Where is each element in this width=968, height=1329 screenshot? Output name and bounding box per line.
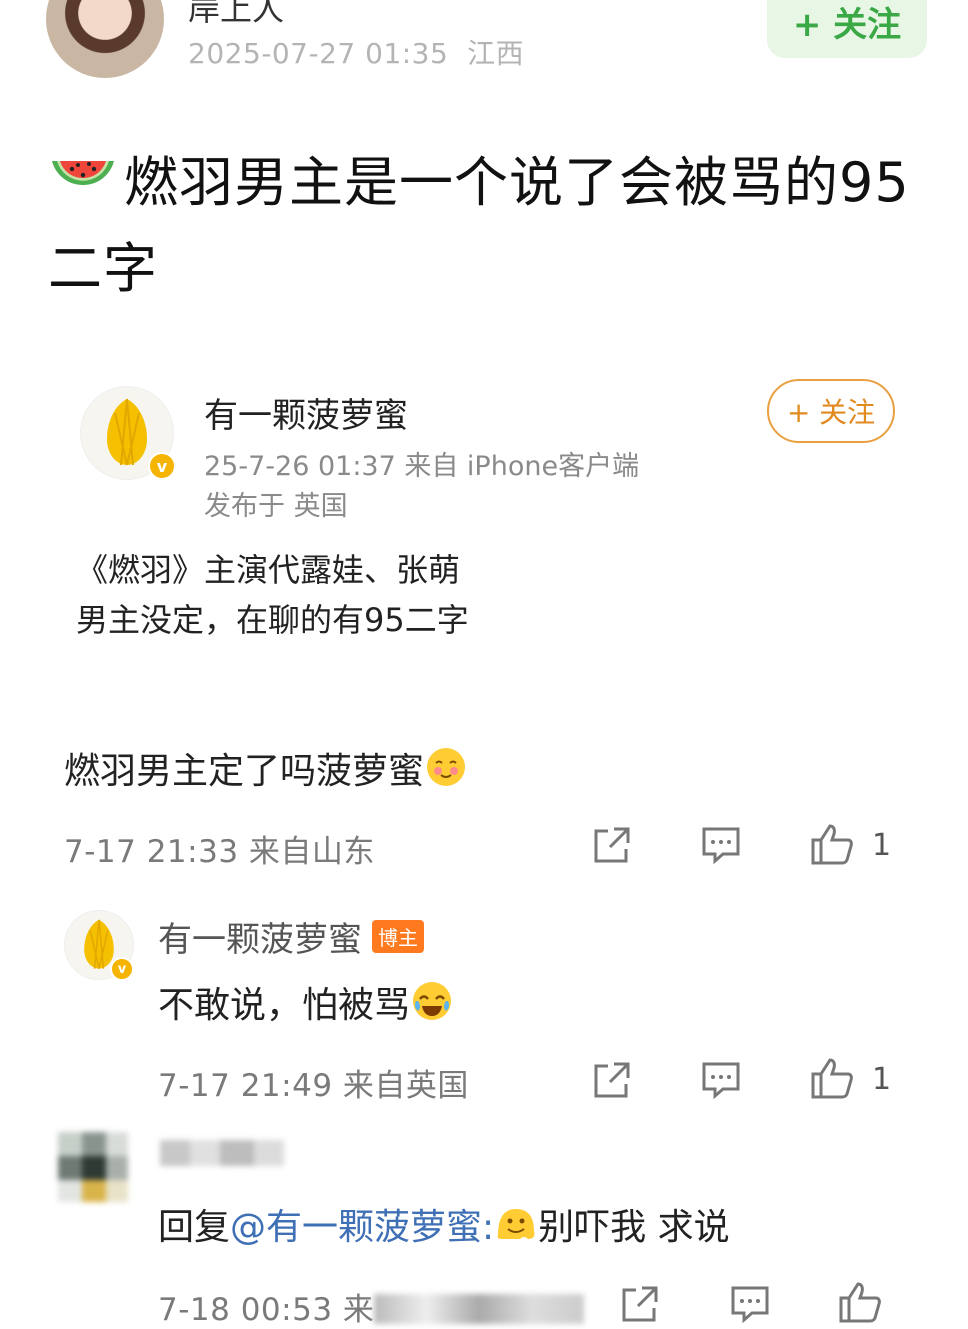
embedded-body: 《燃羽》主演代露娃、张萌 男主没定，在聊的有95二字	[76, 545, 469, 645]
comment-text: 燃羽男主定了吗菠萝蜜	[64, 742, 468, 794]
embedded-time-source: 25-7-26 01:37 来自 iPhone客户端	[204, 451, 640, 482]
nested-reply-meta: 7-18 00:53 来	[158, 1284, 585, 1329]
post-title: 燃羽男主是一个说了会被骂的95二字	[48, 140, 918, 312]
reply-meta: 7-17 21:49 来自英国	[158, 1068, 469, 1104]
tears-of-joy-emoji-icon	[413, 982, 452, 1020]
post-time: 2025-07-27 01:35	[188, 37, 449, 70]
nested-reply-text: 回复@有一颗菠萝蜜: 别吓我 求说	[158, 1198, 730, 1250]
nested-reply-meta-text: 7-18 00:53 来	[158, 1292, 375, 1328]
reply-body: 不敢说，怕被骂	[158, 985, 411, 1026]
reply-prefix: 回复	[158, 1207, 231, 1248]
blush-emoji-icon	[427, 748, 466, 786]
author-avatar[interactable]	[46, 0, 164, 78]
share-icon[interactable]	[620, 1284, 660, 1324]
nested-reply-body: 别吓我 求说	[538, 1207, 730, 1248]
follow-button[interactable]: + 关注	[767, 0, 927, 58]
share-icon[interactable]	[592, 825, 632, 865]
embedded-body-line: 男主没定，在聊的有95二字	[76, 601, 469, 639]
verified-badge-icon: v	[148, 452, 176, 480]
pixelated-name-icon	[160, 1140, 284, 1166]
reply-author[interactable]: 有一颗菠萝蜜 博主	[158, 912, 424, 961]
blurred-location	[374, 1294, 585, 1324]
embedded-body-line: 《燃羽》主演代露娃、张萌	[76, 551, 461, 589]
watermelon-emoji-icon	[52, 161, 114, 186]
like-count: 1	[872, 828, 892, 863]
thumbs-up-icon[interactable]	[838, 1280, 882, 1324]
reply-text: 不敢说，怕被骂	[158, 976, 454, 1028]
post-location: 江西	[467, 37, 525, 70]
comment-meta: 7-17 21:33 来自山东	[64, 834, 375, 870]
thumbs-up-icon[interactable]	[810, 1056, 854, 1100]
blurred-avatar[interactable]	[58, 1132, 128, 1202]
verified-badge-icon: v	[110, 957, 134, 981]
reply-author-name[interactable]: 有一颗菠萝蜜	[158, 920, 362, 960]
blogger-badge: 博主	[372, 920, 424, 953]
mention-link[interactable]: @有一颗菠萝蜜:	[230, 1207, 494, 1248]
blurred-username[interactable]	[160, 1136, 284, 1170]
melting-face-emoji-icon	[497, 1209, 535, 1239]
pixelated-avatar-icon	[58, 1132, 128, 1202]
thumbs-up-icon[interactable]	[810, 822, 854, 866]
comment-icon[interactable]	[701, 1060, 741, 1100]
comment-icon[interactable]	[730, 1284, 770, 1324]
post-title-text: 燃羽男主是一个说了会被骂的95二字	[48, 151, 910, 300]
share-icon[interactable]	[592, 1060, 632, 1100]
comment-icon[interactable]	[701, 825, 741, 865]
comment-body: 燃羽男主定了吗菠萝蜜	[64, 751, 425, 792]
post-timestamp: 2025-07-27 01:35 江西	[188, 32, 524, 72]
embedded-author-name[interactable]: 有一颗菠萝蜜	[204, 388, 408, 437]
embedded-location: 发布于 英国	[204, 491, 348, 522]
author-name[interactable]: 岸上人	[188, 0, 284, 30]
like-count: 1	[872, 1062, 892, 1097]
embedded-follow-button[interactable]: + 关注	[767, 379, 895, 443]
